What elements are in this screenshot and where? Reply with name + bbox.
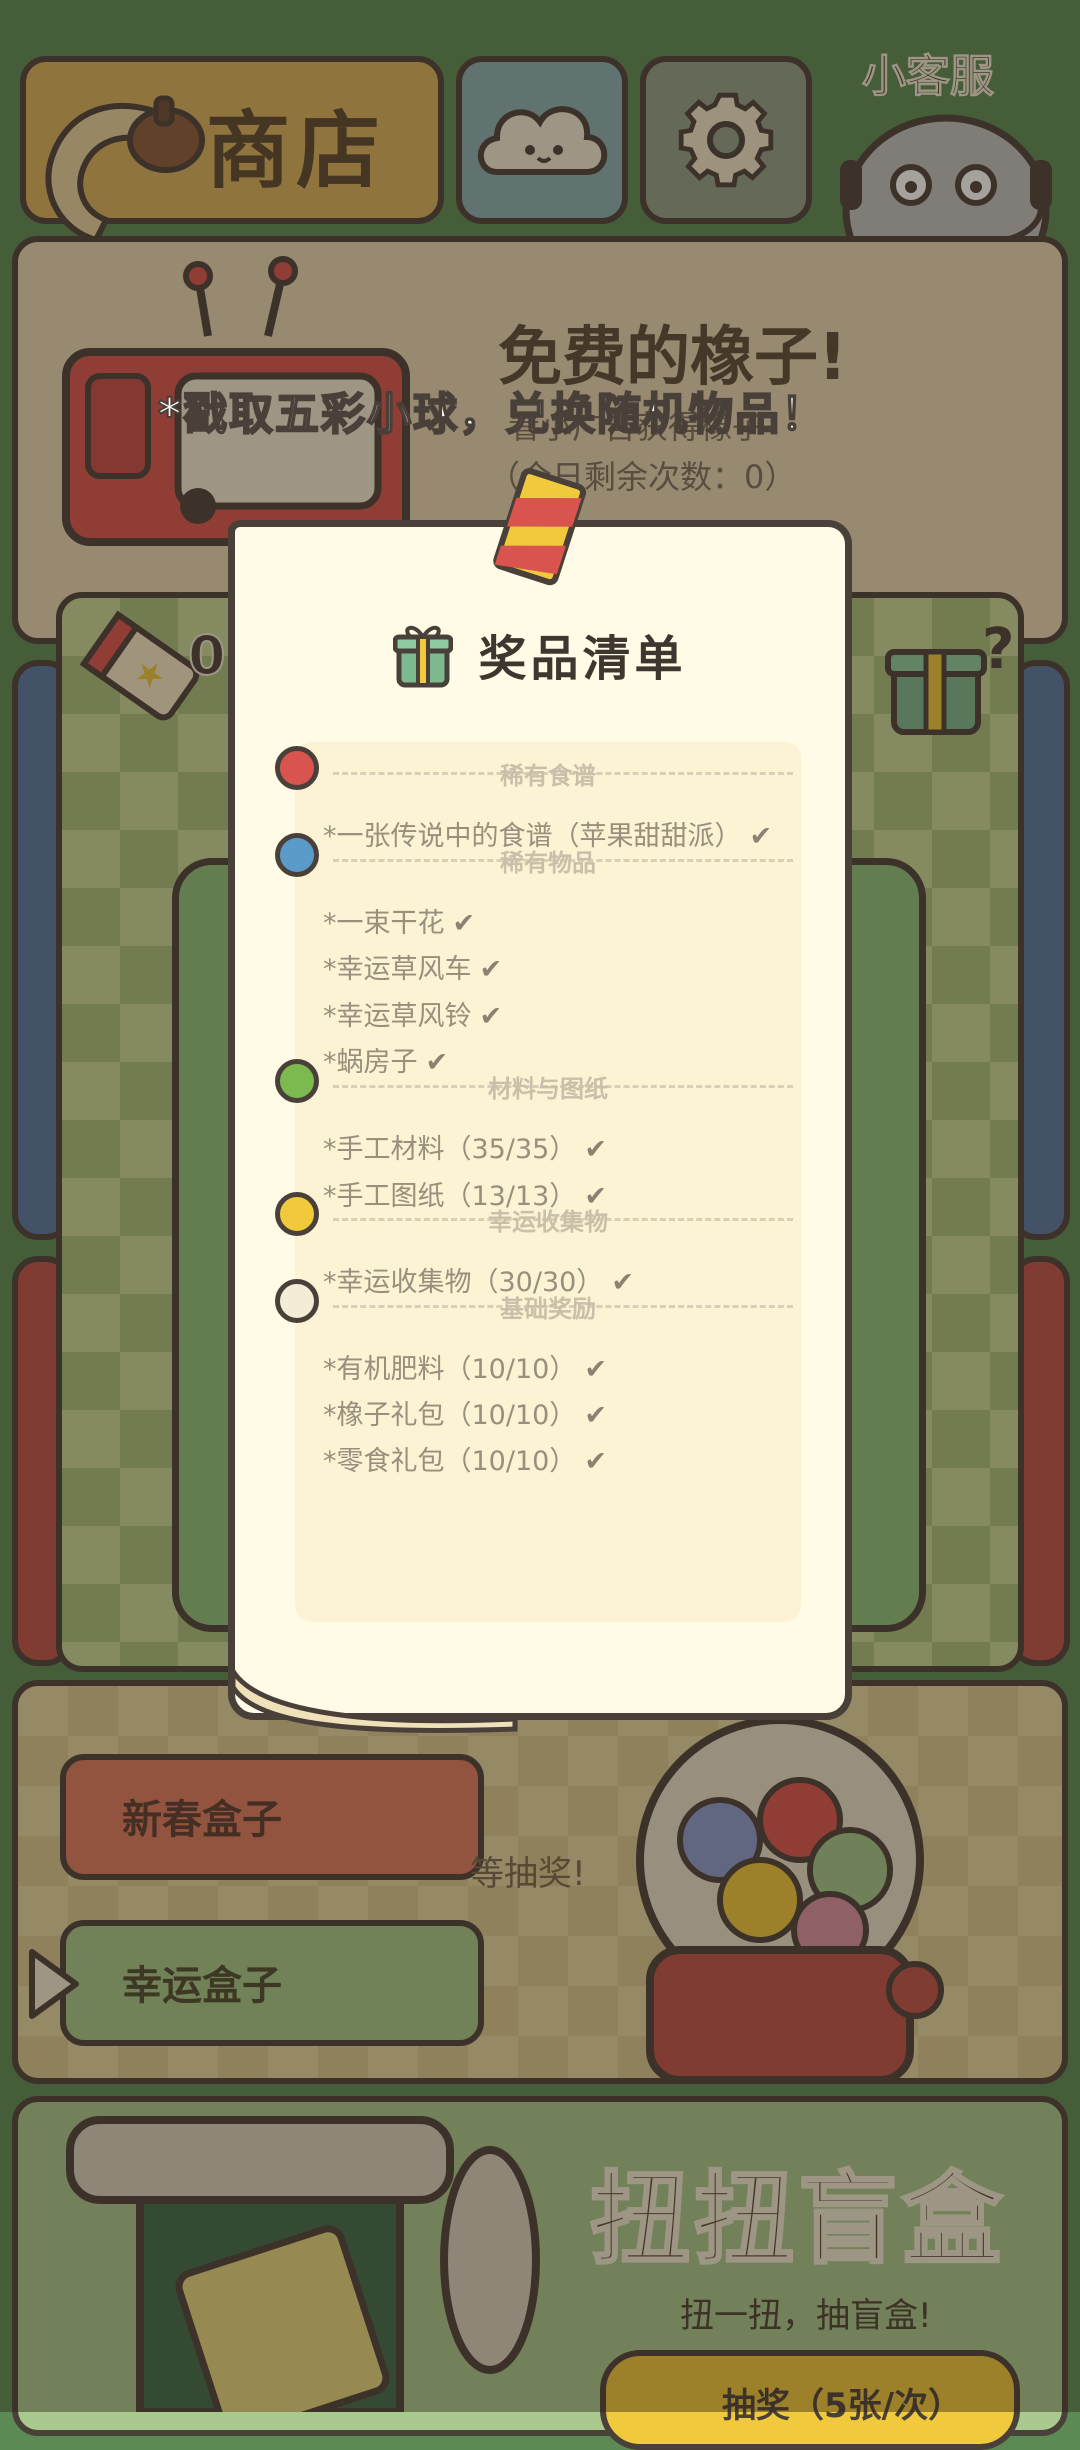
gift-icon xyxy=(392,625,454,688)
list-item: *手工材料（35/35） ✔ xyxy=(323,1134,607,1165)
list-item: *幸运草风铃 ✔ xyxy=(323,1001,503,1032)
check-icon: ✔ xyxy=(584,1354,607,1385)
check-icon: ✔ xyxy=(584,1400,607,1431)
list-item: *零食礼包（10/10） ✔ xyxy=(323,1446,607,1477)
paper-curl-icon xyxy=(230,1667,518,1733)
list-item: *橡子礼包（10/10） ✔ xyxy=(323,1400,607,1431)
check-icon: ✔ xyxy=(584,1446,607,1477)
prize-list-scroll[interactable]: 稀有食谱 *一张传说中的食谱（苹果甜甜派） ✔ 稀有物品 *一束干花 ✔ *幸运草风… xyxy=(275,742,801,1622)
check-icon: ✔ xyxy=(479,954,503,985)
check-icon: ✔ xyxy=(584,1134,607,1165)
prize-list-header: 奖品清单 xyxy=(235,619,845,699)
list-item: *有机肥料（10/10） ✔ xyxy=(323,1354,607,1385)
lucky-charm-icon xyxy=(493,468,587,586)
check-icon: ✔ xyxy=(452,908,476,939)
list-item: *幸运草风车 ✔ xyxy=(323,954,503,985)
check-icon: ✔ xyxy=(479,1001,503,1032)
banner-tip: *戳取五彩小球，兑换随机物品！ xyxy=(157,388,828,441)
prize-list-title: 奖品清单 xyxy=(478,631,687,687)
prize-list-popup[interactable]: 奖品清单 稀有食谱 *一张传说中的食谱（苹果甜甜派） ✔ 稀有物品 *一束干花 ✔ … xyxy=(228,468,852,1733)
list-item: *一束干花 ✔ xyxy=(323,908,476,939)
